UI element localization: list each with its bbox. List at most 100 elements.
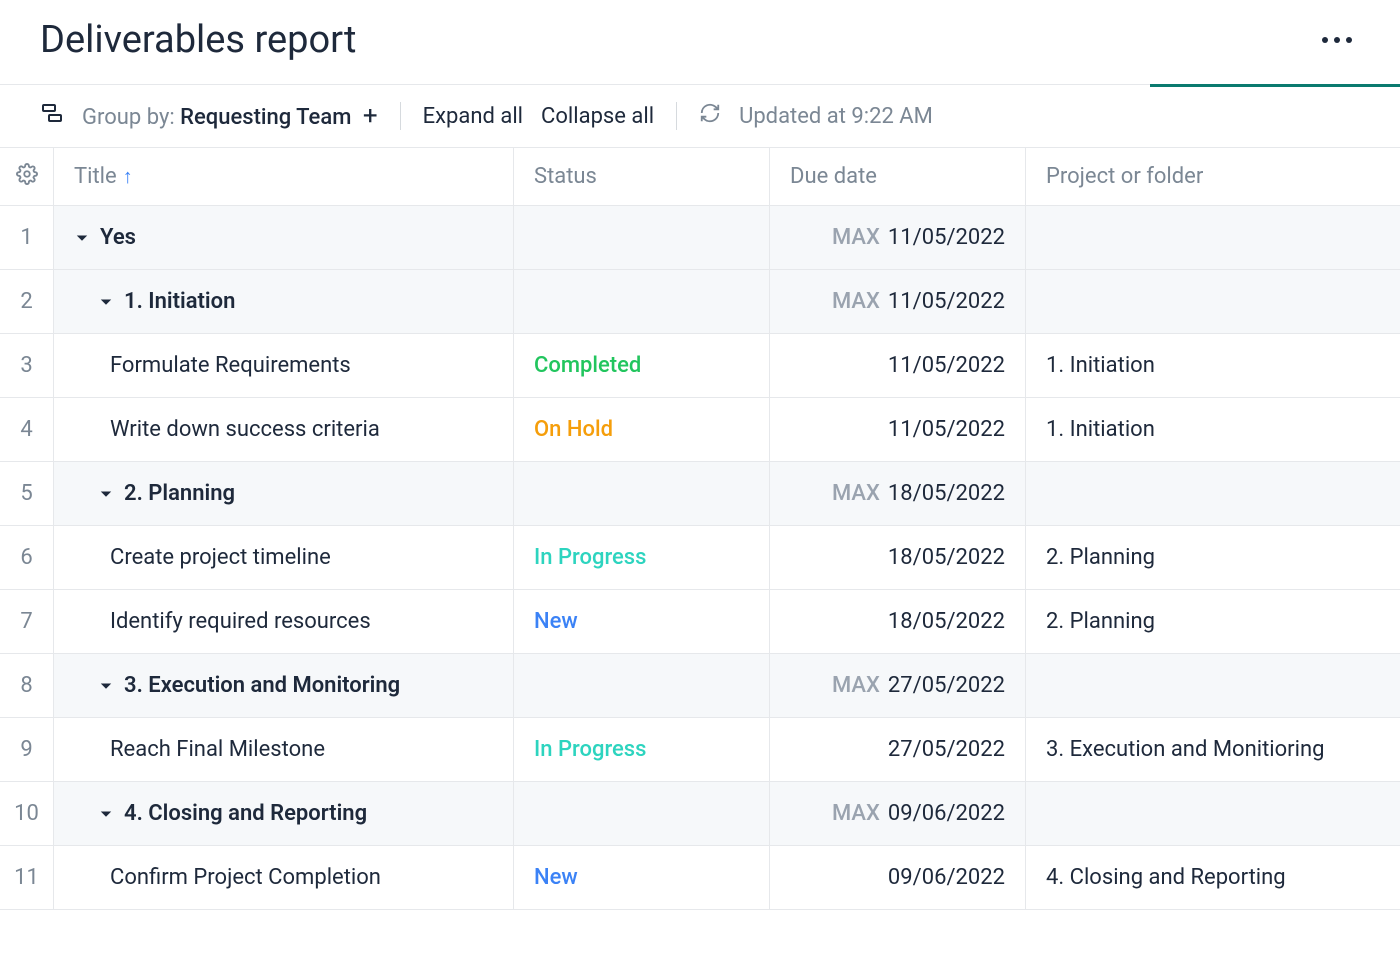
row-number: 3: [0, 334, 54, 397]
title-cell[interactable]: 1. Initiation: [54, 270, 514, 333]
table-row[interactable]: 1YesMAX11/05/2022: [0, 206, 1400, 270]
row-number: 8: [0, 654, 54, 717]
groupby-label: Group by:: [82, 105, 180, 130]
table-row[interactable]: 52. PlanningMAX18/05/2022: [0, 462, 1400, 526]
due-date-cell[interactable]: 27/05/2022: [770, 718, 1026, 781]
status-badge: On Hold: [534, 417, 613, 442]
project-cell[interactable]: 2. Planning: [1026, 590, 1400, 653]
due-date-value: 27/05/2022: [888, 737, 1005, 762]
project-cell[interactable]: 1. Initiation: [1026, 398, 1400, 461]
title-cell[interactable]: 4. Closing and Reporting: [54, 782, 514, 845]
row-number: 9: [0, 718, 54, 781]
title-column-header[interactable]: Title ↑: [54, 148, 514, 205]
more-menu-button[interactable]: [1314, 29, 1360, 51]
table-row[interactable]: 3Formulate RequirementsCompleted11/05/20…: [0, 334, 1400, 398]
title-cell[interactable]: Confirm Project Completion: [54, 846, 514, 909]
title-cell[interactable]: 2. Planning: [54, 462, 514, 525]
due-date-cell[interactable]: 11/05/2022: [770, 334, 1026, 397]
title-cell[interactable]: Formulate Requirements: [54, 334, 514, 397]
gear-icon[interactable]: [16, 163, 38, 191]
table-row[interactable]: 9 Reach Final Milestone In Progress 27/05/2…: [0, 718, 1400, 782]
project-cell[interactable]: 3. Execution and Monitioring: [1026, 718, 1400, 781]
refresh-icon[interactable]: [699, 102, 721, 130]
status-column-header[interactable]: Status: [514, 148, 770, 205]
due-date-cell[interactable]: MAX18/05/2022: [770, 462, 1026, 525]
status-cell: [514, 782, 770, 845]
status-badge: New: [534, 865, 578, 890]
project-cell: [1026, 654, 1400, 717]
row-title: Create project timeline: [110, 545, 331, 570]
groupby-value: Requesting Team: [180, 105, 351, 130]
data-table: Title ↑ Status Due date Project or folde…: [0, 148, 1400, 910]
project-column-header[interactable]: Project or folder: [1026, 148, 1400, 205]
add-groupby-icon[interactable]: +: [363, 101, 378, 131]
due-date-value: 11/05/2022: [888, 289, 1005, 314]
title-cell[interactable]: Identify required resources: [54, 590, 514, 653]
row-title: Confirm Project Completion: [110, 865, 381, 890]
table-row[interactable]: 11 Confirm Project Completion New 09/06/202…: [0, 846, 1400, 910]
title-cell[interactable]: 3. Execution and Monitoring: [54, 654, 514, 717]
groupby-control[interactable]: Group by: Requesting Team +: [82, 103, 378, 130]
row-number: 11: [0, 846, 54, 909]
table-body: 1YesMAX11/05/202221. InitiationMAX11/05/…: [0, 206, 1400, 910]
status-cell[interactable]: New: [514, 846, 770, 909]
table-row[interactable]: 2 1. Initiation MAX11/05/2022: [0, 270, 1400, 334]
settings-column-header[interactable]: [0, 148, 54, 205]
title-cell[interactable]: Reach Final Milestone: [54, 718, 514, 781]
chevron-down-icon[interactable]: [98, 294, 114, 310]
status-cell: [514, 270, 770, 333]
status-cell[interactable]: New: [514, 590, 770, 653]
expand-all-button[interactable]: Expand all: [423, 104, 523, 129]
collapse-all-button[interactable]: Collapse all: [541, 104, 654, 129]
max-tag: MAX: [832, 673, 880, 698]
row-number: 6: [0, 526, 54, 589]
table-row[interactable]: 4Write down success criteria On Hold 11/05…: [0, 398, 1400, 462]
title-cell[interactable]: Yes: [54, 206, 514, 269]
table-row[interactable]: 6 Create project timeline In Progress18/05…: [0, 526, 1400, 590]
project-cell: [1026, 206, 1400, 269]
status-cell[interactable]: In Progress: [514, 526, 770, 589]
status-column-label: Status: [534, 164, 597, 189]
due-date-cell[interactable]: 18/05/2022: [770, 590, 1026, 653]
max-tag: MAX: [832, 801, 880, 826]
due-date-cell[interactable]: MAX09/06/2022: [770, 782, 1026, 845]
due-date-cell[interactable]: 09/06/2022: [770, 846, 1026, 909]
page-title: Deliverables report: [40, 18, 356, 62]
due-date-cell[interactable]: 11/05/2022: [770, 398, 1026, 461]
row-title: 3. Execution and Monitoring: [124, 673, 400, 698]
table-row[interactable]: 8 3. Execution and Monitoring MAX27/05/202…: [0, 654, 1400, 718]
project-value: 2. Planning: [1046, 545, 1155, 570]
status-cell[interactable]: On Hold: [514, 398, 770, 461]
page-header: Deliverables report: [0, 0, 1400, 85]
due-date-cell[interactable]: MAX11/05/2022: [770, 270, 1026, 333]
due-date-cell[interactable]: MAX27/05/2022: [770, 654, 1026, 717]
status-cell: [514, 654, 770, 717]
chevron-down-icon[interactable]: [98, 486, 114, 502]
toolbar: Group by: Requesting Team + Expand all C…: [0, 85, 1400, 148]
status-cell: [514, 462, 770, 525]
project-value: 3. Execution and Monitioring: [1046, 737, 1324, 762]
row-title: 1. Initiation: [124, 289, 235, 314]
project-cell: [1026, 462, 1400, 525]
project-column-label: Project or folder: [1046, 164, 1203, 189]
due-column-header[interactable]: Due date: [770, 148, 1026, 205]
table-row[interactable]: 104. Closing and ReportingMAX09/06/2022: [0, 782, 1400, 846]
due-date-cell[interactable]: MAX11/05/2022: [770, 206, 1026, 269]
table-row[interactable]: 7Identify required resourcesNew18/05/202…: [0, 590, 1400, 654]
chevron-down-icon[interactable]: [98, 678, 114, 694]
title-cell[interactable]: Create project timeline: [54, 526, 514, 589]
status-cell[interactable]: In Progress: [514, 718, 770, 781]
due-date-cell[interactable]: 18/05/2022: [770, 526, 1026, 589]
status-badge: New: [534, 609, 578, 634]
project-cell[interactable]: 4. Closing and Reporting: [1026, 846, 1400, 909]
status-cell[interactable]: Completed: [514, 334, 770, 397]
chevron-down-icon[interactable]: [98, 806, 114, 822]
row-number: 4: [0, 398, 54, 461]
row-title: Reach Final Milestone: [110, 737, 325, 762]
project-cell[interactable]: 1. Initiation: [1026, 334, 1400, 397]
project-cell[interactable]: 2. Planning: [1026, 526, 1400, 589]
chevron-down-icon[interactable]: [74, 230, 90, 246]
title-cell[interactable]: Write down success criteria: [54, 398, 514, 461]
layout-icon[interactable]: [40, 101, 64, 131]
row-number: 2: [0, 270, 54, 333]
